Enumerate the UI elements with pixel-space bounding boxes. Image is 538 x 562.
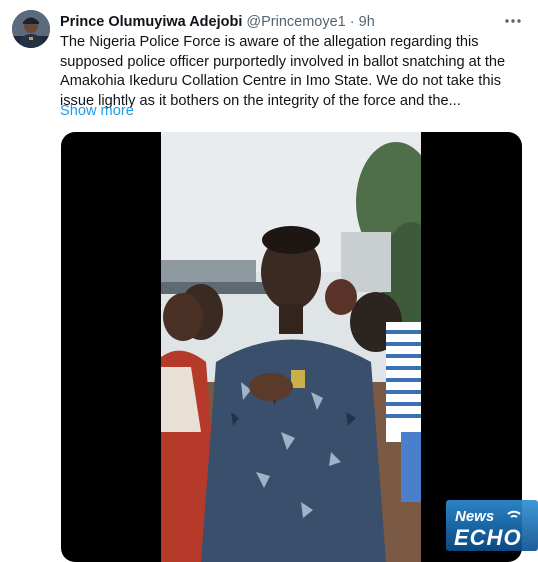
tweet[interactable]: Prince Olumuyiwa Adejobi @Princemoye1 · …	[0, 0, 538, 562]
video-frame[interactable]	[161, 132, 421, 562]
avatar[interactable]	[12, 10, 50, 48]
tweet-text: The Nigeria Police Force is aware of the…	[60, 34, 506, 109]
svg-text:News: News	[455, 508, 494, 525]
separator-dot: ·	[349, 14, 355, 30]
svg-text:ECHO: ECHO	[454, 525, 522, 550]
author-name[interactable]: Prince Olumuyiwa Adejobi	[60, 14, 242, 30]
more-options-button[interactable]	[504, 12, 522, 30]
more-horizontal-icon	[505, 19, 521, 23]
video-thumbnail	[161, 132, 421, 562]
tweet-header: Prince Olumuyiwa Adejobi @Princemoye1 · …	[60, 12, 524, 32]
show-more-link[interactable]: Show more	[60, 102, 134, 122]
tweet-timestamp[interactable]: 9h	[359, 14, 375, 30]
avatar-photo	[12, 10, 50, 48]
author-handle[interactable]: @Princemoye1	[246, 14, 345, 30]
news-echo-logo-icon: News ECHO	[446, 500, 538, 551]
video-media[interactable]	[61, 132, 522, 562]
news-echo-watermark: News ECHO	[446, 500, 538, 551]
